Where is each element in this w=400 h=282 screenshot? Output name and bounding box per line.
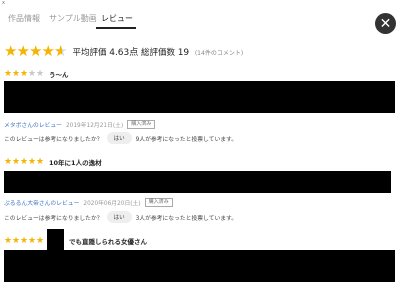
review-item: ★ ★ ★ ★ ★ 10年に1人の逸材 ぷるるん大帝さんのレビュー 2020年0… bbox=[4, 157, 396, 223]
star-icon: ★ bbox=[12, 236, 21, 246]
star-empty-icon: ★ bbox=[28, 69, 37, 79]
star-icon: ★ bbox=[12, 69, 21, 79]
helpful-question: このレビューは参考になりましたか？ bbox=[4, 136, 103, 143]
redaction-box bbox=[47, 229, 64, 251]
tab-product-info[interactable]: 作品情報 bbox=[8, 13, 40, 24]
star-icon: ★ bbox=[12, 157, 21, 167]
star-half-icon: ★ ★ bbox=[54, 42, 68, 60]
review-body-redacted bbox=[4, 171, 391, 193]
star-icon: ★ bbox=[28, 157, 37, 167]
helpful-question: このレビューは参考になりましたか？ bbox=[4, 215, 103, 222]
rating-summary-text: 平均評価 4.63点 総評価数 19 (14件のコメント) bbox=[73, 45, 244, 58]
average-label: 平均評価 bbox=[72, 47, 107, 58]
star-icon: ★ bbox=[20, 157, 29, 167]
star-empty-icon: ★ bbox=[36, 69, 45, 79]
star-icon: ★ bbox=[20, 69, 29, 79]
review-header: ★ ★ ★ ★ ★ 10年に1人の逸材 bbox=[4, 157, 396, 167]
star-icon: ★ bbox=[4, 157, 13, 167]
purchased-badge: 購入済み bbox=[144, 197, 173, 207]
review-date: 2020年06月20日(土) bbox=[83, 200, 141, 207]
comment-count: (14件のコメント) bbox=[194, 49, 244, 57]
star-icon: ★ bbox=[16, 42, 30, 60]
star-icon: ★ bbox=[20, 236, 29, 246]
review-body-redacted bbox=[4, 81, 395, 113]
star-icon: ★ bbox=[28, 236, 37, 246]
star-icon: ★ bbox=[36, 157, 45, 167]
active-tab-indicator bbox=[96, 27, 136, 29]
close-icon: ✕ bbox=[379, 15, 392, 32]
review-title: 10年に1人の逸材 bbox=[49, 159, 102, 167]
tab-bar: 作品情報 サンプル動画 レビュー bbox=[0, 0, 400, 30]
helpful-yes-button[interactable]: はい bbox=[106, 132, 132, 144]
review-item: ★ ★ ★ ★ ★ う～ん メタボさんのレビュー 2019年12月21日(土) … bbox=[4, 69, 396, 144]
star-icon: ★ bbox=[41, 42, 55, 60]
average-score: 4.63点 bbox=[109, 47, 139, 58]
review-meta: メタボさんのレビュー 2019年12月21日(土) 購入済み bbox=[4, 119, 156, 129]
rating-summary: ★ ★ ★ ★ ★ ★ 平均評価 4.63点 総評価数 19 (14件のコメント) bbox=[4, 43, 243, 59]
review-author-link[interactable]: ぷるるん大帝さんのレビュー bbox=[4, 198, 79, 207]
review-date: 2019年12月21日(土) bbox=[65, 122, 124, 129]
purchased-badge: 購入済み bbox=[127, 119, 156, 129]
total-count: 19 bbox=[177, 47, 190, 58]
review-author-link[interactable]: メタボさんのレビュー bbox=[4, 120, 62, 129]
star-icon: ★ bbox=[4, 69, 13, 79]
helpful-vote: このレビューは参考になりましたか？ はい 3人が参考になったと投票しています。 bbox=[4, 211, 237, 223]
review-body-redacted bbox=[4, 250, 395, 282]
helpful-count: 3人が参考になったと投票しています。 bbox=[135, 215, 238, 222]
close-button[interactable]: ✕ bbox=[375, 13, 396, 34]
star-icon: ★ bbox=[4, 236, 13, 246]
helpful-vote: このレビューは参考になりましたか？ はい 9人が参考になったと投票しています。 bbox=[4, 132, 237, 144]
total-label: 総評価数 bbox=[140, 47, 175, 58]
helpful-count: 9人が参考になったと投票しています。 bbox=[135, 136, 238, 143]
review-title: でも直隠しられる女優さん bbox=[69, 238, 147, 246]
review-meta: ぷるるん大帝さんのレビュー 2020年06月20日(土) 購入済み bbox=[4, 197, 173, 207]
helpful-yes-button[interactable]: はい bbox=[106, 211, 132, 223]
review-title: う～ん bbox=[49, 71, 69, 79]
star-icon: ★ bbox=[29, 42, 43, 60]
tab-reviews[interactable]: レビュー bbox=[101, 13, 133, 24]
review-header: ★ ★ ★ ★ ★ う～ん bbox=[4, 69, 396, 79]
average-rating-stars: ★ ★ ★ ★ ★ ★ bbox=[4, 43, 67, 59]
star-icon: ★ bbox=[36, 236, 45, 246]
star-icon: ★ bbox=[4, 42, 18, 60]
tab-sample-video[interactable]: サンプル動画 bbox=[49, 13, 97, 24]
